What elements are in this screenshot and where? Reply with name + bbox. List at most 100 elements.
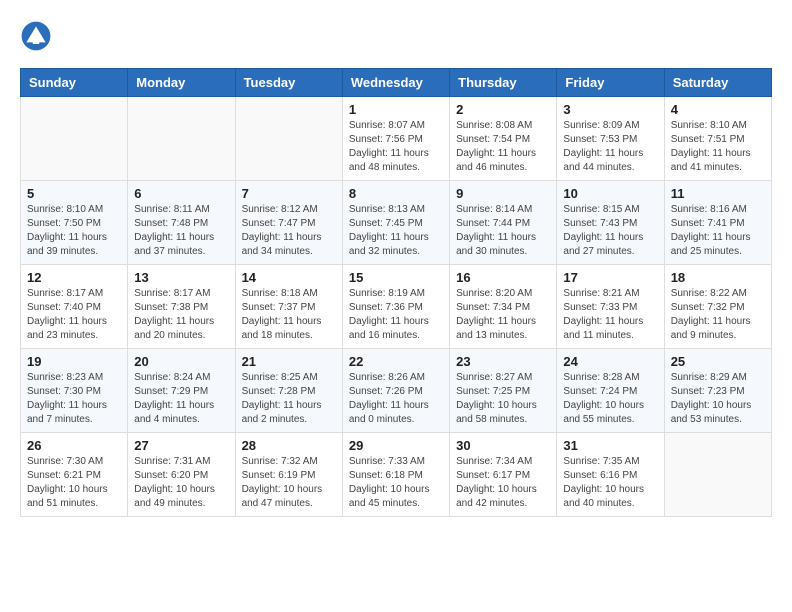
calendar-day-cell: 8 Sunrise: 8:13 AM Sunset: 7:45 PM Daylig…	[342, 181, 449, 265]
day-info: Sunrise: 8:25 AM Sunset: 7:28 PM Dayligh…	[242, 371, 336, 427]
day-number: 8	[349, 186, 443, 201]
calendar-week-row: 26 Sunrise: 7:30 AM Sunset: 6:21 PM Dayli…	[21, 433, 772, 517]
day-info: Sunrise: 8:13 AM Sunset: 7:45 PM Dayligh…	[349, 203, 443, 259]
calendar-day-cell: 28Sunrise: 7:32 AM Sunset: 6:19 PM Dayli…	[235, 433, 342, 517]
day-number: 24	[563, 354, 657, 369]
calendar-day-cell: 20Sunrise: 8:24 AM Sunset: 7:29 PM Dayli…	[128, 349, 235, 433]
calendar-day-cell	[128, 97, 235, 181]
calendar-weekday-thursday: Thursday	[450, 69, 557, 97]
calendar-day-cell: 30 Sunrise: 7:34 AM Sunset: 6:17 PM Dayli…	[450, 433, 557, 517]
day-info: Sunrise: 8:18 AM Sunset: 7:37 PM Dayligh…	[242, 287, 336, 343]
day-info: Sunrise: 8:15 AM Sunset: 7:43 PM Dayligh…	[563, 203, 657, 259]
calendar-day-cell: 12 Sunrise: 8:17 AM Sunset: 7:40 PM Dayli…	[21, 265, 128, 349]
day-number: 14	[242, 270, 336, 285]
logo	[20, 20, 56, 52]
calendar-day-cell: 27 Sunrise: 7:31 AM Sunset: 6:20 PM Dayli…	[128, 433, 235, 517]
calendar-day-cell: 5Sunrise: 8:10 AM Sunset: 7:50 PM Daylig…	[21, 181, 128, 265]
calendar-week-row: 5Sunrise: 8:10 AM Sunset: 7:50 PM Daylig…	[21, 181, 772, 265]
calendar-day-cell: 29 Sunrise: 7:33 AM Sunset: 6:18 PM Dayli…	[342, 433, 449, 517]
day-info: Sunrise: 7:31 AM Sunset: 6:20 PM Dayligh…	[134, 455, 228, 511]
calendar-weekday-friday: Friday	[557, 69, 664, 97]
day-info: Sunrise: 8:07 AM Sunset: 7:56 PM Dayligh…	[349, 119, 443, 175]
calendar-day-cell: 18Sunrise: 8:22 AM Sunset: 7:32 PM Dayli…	[664, 265, 771, 349]
day-info: Sunrise: 8:20 AM Sunset: 7:34 PM Dayligh…	[456, 287, 550, 343]
calendar-day-cell: 15 Sunrise: 8:19 AM Sunset: 7:36 PM Dayli…	[342, 265, 449, 349]
day-number: 2	[456, 102, 550, 117]
day-number: 9	[456, 186, 550, 201]
day-info: Sunrise: 8:26 AM Sunset: 7:26 PM Dayligh…	[349, 371, 443, 427]
calendar-day-cell: 23 Sunrise: 8:27 AM Sunset: 7:25 PM Dayli…	[450, 349, 557, 433]
calendar-day-cell: 10 Sunrise: 8:15 AM Sunset: 7:43 PM Dayli…	[557, 181, 664, 265]
day-info: Sunrise: 8:12 AM Sunset: 7:47 PM Dayligh…	[242, 203, 336, 259]
logo-icon	[20, 20, 52, 52]
calendar-weekday-sunday: Sunday	[21, 69, 128, 97]
calendar-day-cell: 14 Sunrise: 8:18 AM Sunset: 7:37 PM Dayli…	[235, 265, 342, 349]
calendar-day-cell: 19 Sunrise: 8:23 AM Sunset: 7:30 PM Dayli…	[21, 349, 128, 433]
day-number: 23	[456, 354, 550, 369]
page-header	[20, 20, 772, 52]
day-number: 26	[27, 438, 121, 453]
calendar-day-cell: 9 Sunrise: 8:14 AM Sunset: 7:44 PM Daylig…	[450, 181, 557, 265]
day-number: 25	[671, 354, 765, 369]
day-info: Sunrise: 8:16 AM Sunset: 7:41 PM Dayligh…	[671, 203, 765, 259]
day-number: 4	[671, 102, 765, 117]
day-info: Sunrise: 8:22 AM Sunset: 7:32 PM Dayligh…	[671, 287, 765, 343]
day-info: Sunrise: 7:35 AM Sunset: 6:16 PM Dayligh…	[563, 455, 657, 511]
day-info: Sunrise: 7:34 AM Sunset: 6:17 PM Dayligh…	[456, 455, 550, 511]
calendar-weekday-monday: Monday	[128, 69, 235, 97]
day-info: Sunrise: 8:27 AM Sunset: 7:25 PM Dayligh…	[456, 371, 550, 427]
day-number: 15	[349, 270, 443, 285]
day-info: Sunrise: 8:08 AM Sunset: 7:54 PM Dayligh…	[456, 119, 550, 175]
day-number: 21	[242, 354, 336, 369]
day-number: 17	[563, 270, 657, 285]
calendar-day-cell: 16 Sunrise: 8:20 AM Sunset: 7:34 PM Dayli…	[450, 265, 557, 349]
day-number: 7	[242, 186, 336, 201]
day-info: Sunrise: 8:17 AM Sunset: 7:40 PM Dayligh…	[27, 287, 121, 343]
day-info: Sunrise: 8:10 AM Sunset: 7:50 PM Dayligh…	[27, 203, 121, 259]
calendar-day-cell	[21, 97, 128, 181]
day-number: 11	[671, 186, 765, 201]
day-info: Sunrise: 7:30 AM Sunset: 6:21 PM Dayligh…	[27, 455, 121, 511]
day-number: 19	[27, 354, 121, 369]
day-info: Sunrise: 8:14 AM Sunset: 7:44 PM Dayligh…	[456, 203, 550, 259]
day-info: Sunrise: 8:21 AM Sunset: 7:33 PM Dayligh…	[563, 287, 657, 343]
day-number: 30	[456, 438, 550, 453]
calendar-weekday-wednesday: Wednesday	[342, 69, 449, 97]
calendar-day-cell: 3Sunrise: 8:09 AM Sunset: 7:53 PM Daylig…	[557, 97, 664, 181]
day-number: 22	[349, 354, 443, 369]
calendar-day-cell: 6Sunrise: 8:11 AM Sunset: 7:48 PM Daylig…	[128, 181, 235, 265]
day-info: Sunrise: 8:11 AM Sunset: 7:48 PM Dayligh…	[134, 203, 228, 259]
calendar-day-cell: 1 Sunrise: 8:07 AM Sunset: 7:56 PM Daylig…	[342, 97, 449, 181]
calendar-week-row: 12 Sunrise: 8:17 AM Sunset: 7:40 PM Dayli…	[21, 265, 772, 349]
day-info: Sunrise: 7:33 AM Sunset: 6:18 PM Dayligh…	[349, 455, 443, 511]
day-info: Sunrise: 7:32 AM Sunset: 6:19 PM Dayligh…	[242, 455, 336, 511]
day-info: Sunrise: 8:17 AM Sunset: 7:38 PM Dayligh…	[134, 287, 228, 343]
calendar-week-row: 1 Sunrise: 8:07 AM Sunset: 7:56 PM Daylig…	[21, 97, 772, 181]
calendar-day-cell	[235, 97, 342, 181]
calendar-day-cell	[664, 433, 771, 517]
day-number: 13	[134, 270, 228, 285]
day-number: 31	[563, 438, 657, 453]
day-number: 3	[563, 102, 657, 117]
day-number: 16	[456, 270, 550, 285]
day-number: 12	[27, 270, 121, 285]
day-info: Sunrise: 8:28 AM Sunset: 7:24 PM Dayligh…	[563, 371, 657, 427]
calendar-day-cell: 7 Sunrise: 8:12 AM Sunset: 7:47 PM Daylig…	[235, 181, 342, 265]
calendar-week-row: 19 Sunrise: 8:23 AM Sunset: 7:30 PM Dayli…	[21, 349, 772, 433]
calendar-day-cell: 22 Sunrise: 8:26 AM Sunset: 7:26 PM Dayli…	[342, 349, 449, 433]
calendar-table: SundayMondayTuesdayWednesdayThursdayFrid…	[20, 68, 772, 517]
day-number: 29	[349, 438, 443, 453]
day-info: Sunrise: 8:19 AM Sunset: 7:36 PM Dayligh…	[349, 287, 443, 343]
day-number: 27	[134, 438, 228, 453]
day-number: 10	[563, 186, 657, 201]
calendar-header-row: SundayMondayTuesdayWednesdayThursdayFrid…	[21, 69, 772, 97]
day-info: Sunrise: 8:23 AM Sunset: 7:30 PM Dayligh…	[27, 371, 121, 427]
calendar-day-cell: 17 Sunrise: 8:21 AM Sunset: 7:33 PM Dayli…	[557, 265, 664, 349]
calendar-day-cell: 11 Sunrise: 8:16 AM Sunset: 7:41 PM Dayli…	[664, 181, 771, 265]
day-info: Sunrise: 8:29 AM Sunset: 7:23 PM Dayligh…	[671, 371, 765, 427]
calendar-day-cell: 24 Sunrise: 8:28 AM Sunset: 7:24 PM Dayli…	[557, 349, 664, 433]
calendar-day-cell: 25 Sunrise: 8:29 AM Sunset: 7:23 PM Dayli…	[664, 349, 771, 433]
day-number: 1	[349, 102, 443, 117]
calendar-day-cell: 31 Sunrise: 7:35 AM Sunset: 6:16 PM Dayli…	[557, 433, 664, 517]
calendar-day-cell: 21 Sunrise: 8:25 AM Sunset: 7:28 PM Dayli…	[235, 349, 342, 433]
